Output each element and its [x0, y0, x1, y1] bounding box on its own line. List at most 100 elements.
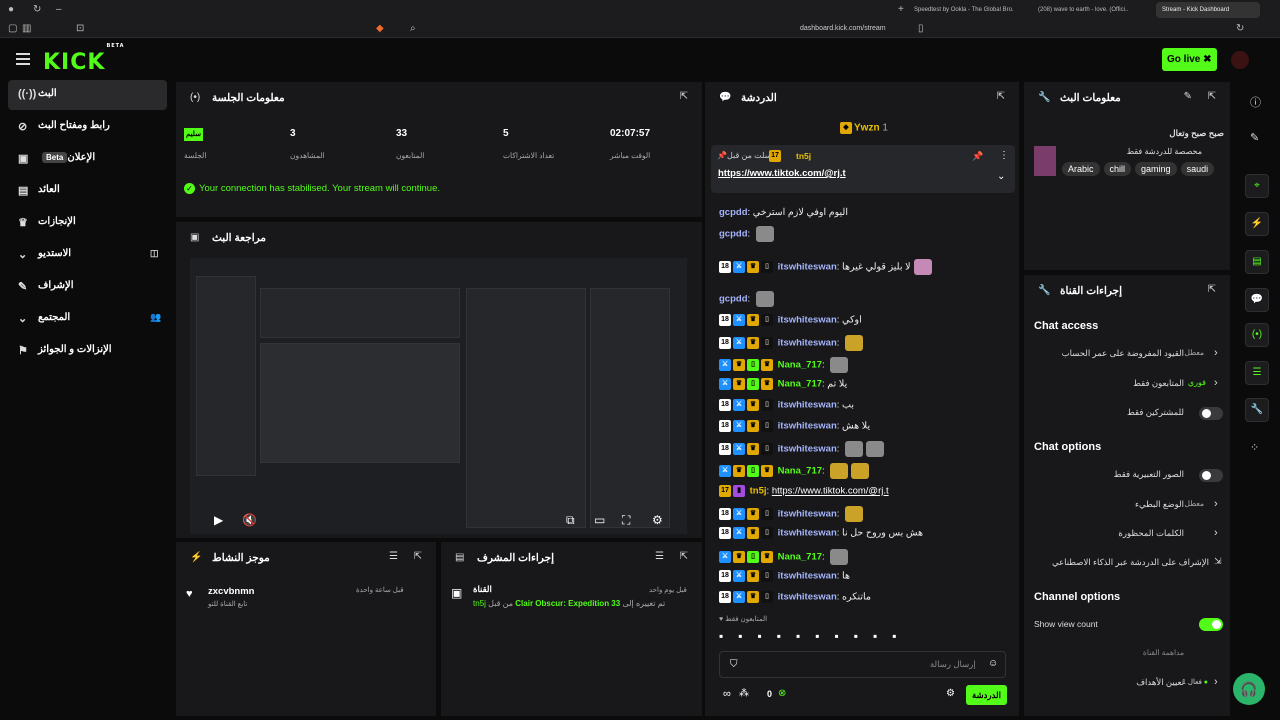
- chat-message[interactable]: 18 ⚔ ♛ ▯ itswhiteswan: ماتنكره: [719, 591, 871, 603]
- pinned-link[interactable]: https://www.tiktok.com/@rj.t: [718, 168, 846, 179]
- broadcast-icon[interactable]: (•): [1245, 323, 1269, 347]
- tab-youtube[interactable]: (208) wave to earth - love. (Offici...: [1038, 2, 1128, 18]
- sidebar-item-community[interactable]: ⌄ المجتمع 👥: [8, 304, 167, 334]
- play-icon[interactable]: ▶: [214, 513, 223, 527]
- settings-icon[interactable]: ⚙: [652, 513, 663, 527]
- chevron-right-icon[interactable]: ›: [1214, 527, 1218, 539]
- mute-icon[interactable]: 🔇: [242, 513, 257, 527]
- chat-message[interactable]: 18 ⚔ ♛ ▯ itswhiteswan:: [719, 441, 885, 457]
- activity-user[interactable]: zxcvbnmn: [208, 586, 254, 597]
- layout-icon[interactable]: ▥: [22, 20, 31, 38]
- chat-message[interactable]: ⚔ ♛ ▯ ♛ Nana_717: يلا تم: [719, 378, 847, 390]
- popout-icon[interactable]: ⇱: [414, 551, 422, 562]
- screenshot-icon[interactable]: ⊡: [76, 20, 84, 38]
- chat-message[interactable]: gcpdd:: [719, 291, 774, 307]
- chat-message[interactable]: 18 ⚔ ♛ ▯ itswhiteswan: يلا هش: [719, 420, 870, 432]
- brave-shield-icon[interactable]: ◆: [376, 20, 384, 38]
- points-count: 0: [767, 689, 773, 699]
- minimize-icon[interactable]: –: [56, 1, 62, 19]
- sidebar-item-studio[interactable]: ⌄ الاستديو ◫: [8, 240, 167, 270]
- chat-icon[interactable]: 💬: [1245, 288, 1269, 312]
- help-button[interactable]: 🎧: [1233, 673, 1265, 705]
- chat-icon: 💬: [719, 92, 732, 103]
- community-icon[interactable]: ⁘: [1250, 441, 1259, 454]
- chat-message[interactable]: gcpdd:: [719, 226, 774, 242]
- popout-icon[interactable]: ⇱: [997, 91, 1005, 102]
- chat-input[interactable]: ⛉ إرسال رسالة ☺: [719, 651, 1006, 678]
- popout-icon[interactable]: ⇱: [1208, 91, 1216, 102]
- search-icon[interactable]: ⌕: [410, 20, 416, 38]
- chat-message[interactable]: 18 ⚔ ♛ ▯ itswhiteswan:: [719, 506, 864, 522]
- chat-message[interactable]: ⚔ ♛ ▯ ♛ Nana_717:: [719, 463, 870, 479]
- infinity-icon[interactable]: ∞: [723, 688, 731, 700]
- emoji-icon[interactable]: ☺: [988, 658, 998, 669]
- edit-icon[interactable]: ✎: [1184, 91, 1192, 102]
- sidebar-toggle-icon[interactable]: ▢: [8, 20, 17, 38]
- chat-message[interactable]: gcpdd: اليوم اوفي لازم استرخي: [719, 207, 848, 218]
- document-icon[interactable]: ▤: [1245, 250, 1269, 274]
- tab-speedtest[interactable]: Speedtest by Ookla - The Global Bro...: [914, 2, 1014, 18]
- pip-icon[interactable]: ⧉: [566, 513, 575, 528]
- chat-message[interactable]: 18 ⚔ ♛ ▯ itswhiteswan: اوكي: [719, 314, 862, 326]
- bookmark-icon[interactable]: ▯: [918, 20, 924, 38]
- chat-message[interactable]: 18 ⚔ ♛ ▯ itswhiteswan: هش بس وروح حل نا: [719, 527, 923, 539]
- sidebar-item-stream-key[interactable]: ⊘ رابط ومفتاح البث: [8, 112, 167, 142]
- preview-session: [260, 288, 460, 338]
- chevron-right-icon[interactable]: ›: [1214, 676, 1218, 688]
- emote-only-toggle[interactable]: [1199, 469, 1223, 482]
- chat-message[interactable]: ⚔ ♛ ▯ ♛ Nana_717:: [719, 357, 849, 373]
- pinned-message[interactable]: 📌 أرسلت من قبل 17 tn5j https://www.tikto…: [711, 145, 1015, 193]
- sidebar-item-moderation[interactable]: ✎ الإشراف: [8, 272, 167, 302]
- chat-message[interactable]: 18 ⚔ ♛ ▯ itswhiteswan: لا بليز قولي غيرها: [719, 259, 932, 275]
- edit-icon[interactable]: ✎: [1250, 131, 1259, 144]
- lightning-icon[interactable]: ⚡: [1245, 212, 1269, 236]
- filter-icon[interactable]: ☰: [655, 551, 664, 562]
- pin-icon: 📌: [717, 151, 727, 160]
- show-view-count-toggle[interactable]: [1199, 618, 1223, 631]
- unpin-icon[interactable]: 📌: [972, 151, 983, 162]
- chevron-right-icon[interactable]: ›: [1214, 377, 1218, 389]
- settings-icon[interactable]: ⚙: [946, 688, 955, 699]
- info-icon[interactable]: ⓘ: [1250, 94, 1261, 110]
- chevron-right-icon[interactable]: ›: [1214, 498, 1218, 510]
- close-window-icon[interactable]: ●: [8, 1, 14, 19]
- more-icon[interactable]: ⋮: [999, 150, 1009, 161]
- external-link-icon[interactable]: ⇲: [1214, 556, 1222, 567]
- chat-message[interactable]: ⚔ ♛ ▯ ♛ Nana_717:: [719, 549, 849, 565]
- popout-icon[interactable]: ⇱: [680, 551, 688, 562]
- lightning-icon: ⚡: [190, 552, 203, 563]
- subscribers-only-toggle[interactable]: [1199, 407, 1223, 420]
- go-live-button[interactable]: Go live ✖: [1162, 48, 1217, 71]
- fullscreen-icon[interactable]: ⛶: [622, 513, 630, 528]
- chevron-right-icon[interactable]: ›: [1214, 347, 1218, 359]
- chat-message[interactable]: 18 ⚔ ♛ ▯ itswhiteswan: بب: [719, 399, 854, 411]
- wrench-icon[interactable]: 🔧: [1245, 398, 1269, 422]
- sidebar-item-drops[interactable]: ⚑ الإنزالات و الجوائز: [8, 336, 167, 366]
- scan-icon[interactable]: ⌖: [1245, 174, 1269, 198]
- menu-icon[interactable]: [16, 53, 30, 65]
- shield-icon[interactable]: ⛉: [730, 659, 738, 670]
- popout-icon[interactable]: ⇱: [680, 91, 688, 102]
- popout-icon[interactable]: ⇱: [1208, 284, 1216, 295]
- filter-icon[interactable]: ☰: [389, 551, 398, 562]
- emote-bar[interactable]: ▪▪▪▪▪▪▪▪▪▪: [719, 629, 912, 643]
- chat-message[interactable]: 17 ▮ tn5j: https://www.tiktok.com/@rj.t: [719, 485, 889, 497]
- reload-icon[interactable]: ↻: [33, 1, 41, 19]
- chevron-down-icon[interactable]: ⌄: [997, 171, 1005, 182]
- kick-logo[interactable]: KICKBETA: [43, 43, 124, 75]
- refresh-icon[interactable]: ↻: [1236, 20, 1244, 38]
- chat-message[interactable]: 18 ⚔ ♛ ▯ itswhiteswan:: [719, 335, 864, 351]
- theater-icon[interactable]: ▭: [594, 513, 605, 527]
- tab-kick-dashboard[interactable]: Stream - Kick Dashboard: [1156, 2, 1260, 18]
- sidebar-item-achievements[interactable]: ♛ الإنجازات: [8, 208, 167, 238]
- layers-icon[interactable]: ☰: [1245, 361, 1269, 385]
- chat-message[interactable]: 18 ⚔ ♛ ▯ itswhiteswan: ها: [719, 570, 850, 582]
- sidebar-item-ads[interactable]: ▣ الإعلانBeta: [8, 144, 167, 174]
- send-button[interactable]: الدردشة: [966, 685, 1007, 705]
- address-bar[interactable]: dashboard.kick.com/stream: [800, 20, 886, 38]
- sidebar-item-stream[interactable]: ((·)) البث: [8, 80, 167, 110]
- sidebar-item-revenue[interactable]: ▤ العائد: [8, 176, 167, 206]
- new-tab-icon[interactable]: +: [898, 1, 904, 19]
- stream-video[interactable]: ▶ 🔇 ⧉ ▭ ⛶ ⚙: [190, 258, 687, 534]
- user-avatar[interactable]: [1231, 51, 1249, 69]
